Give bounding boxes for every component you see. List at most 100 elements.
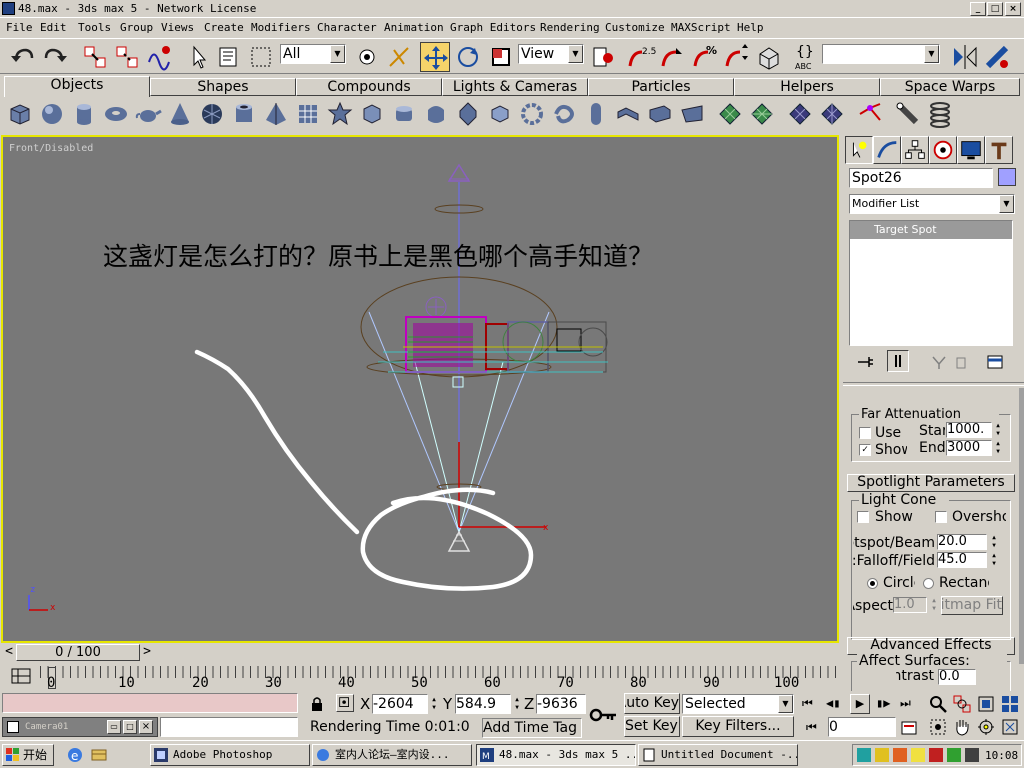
select-and-move-icon[interactable] bbox=[420, 42, 450, 72]
prev-frame-icon[interactable]: < bbox=[2, 644, 16, 661]
spinner-snap-icon[interactable] bbox=[722, 42, 752, 72]
lock-icon[interactable] bbox=[310, 696, 324, 712]
absolute-mode-icon[interactable] bbox=[336, 694, 354, 712]
tab-compounds[interactable]: Compounds bbox=[296, 78, 442, 96]
far-atten-end-spinner[interactable]: ▲ ▼ bbox=[993, 440, 1003, 456]
set-key-button[interactable]: Set Key bbox=[624, 716, 680, 737]
utilities-tab-icon[interactable] bbox=[985, 136, 1013, 164]
menu-customize[interactable]: Customize bbox=[605, 21, 665, 34]
box-icon[interactable] bbox=[6, 100, 34, 128]
tab-lights-cameras[interactable]: Lights & Cameras bbox=[442, 78, 588, 96]
tray-icon-5[interactable] bbox=[929, 748, 943, 762]
select-and-scale-icon[interactable] bbox=[486, 42, 516, 72]
show-cone-checkbox[interactable] bbox=[857, 511, 869, 523]
zoom-all-icon[interactable] bbox=[952, 694, 972, 714]
open-mini-curve-editor-icon[interactable] bbox=[10, 666, 32, 686]
prompt-line-field[interactable] bbox=[160, 717, 298, 737]
display-tab-icon[interactable] bbox=[957, 136, 985, 164]
tab-objects[interactable]: Objects bbox=[4, 76, 150, 97]
key-mode-toggle-icon[interactable]: ⏮ bbox=[806, 720, 824, 736]
spotlight-params-title[interactable]: Spotlight Parameters bbox=[849, 474, 1013, 490]
select-by-name-icon[interactable] bbox=[214, 42, 244, 72]
mini-maximize-icon[interactable]: □ bbox=[123, 720, 137, 734]
bone-icon[interactable] bbox=[894, 100, 922, 128]
tab-space-warps[interactable]: Space Warps bbox=[880, 78, 1020, 96]
cylinder-icon[interactable] bbox=[70, 100, 98, 128]
hotspot-spinner[interactable]: ▲ ▼ bbox=[989, 534, 999, 550]
create-tab-icon[interactable] bbox=[845, 136, 873, 164]
goto-start-icon[interactable]: ⏮ bbox=[802, 696, 820, 712]
oil-tank-icon[interactable] bbox=[422, 100, 450, 128]
zoom-extents-icon[interactable] bbox=[976, 694, 996, 714]
time-config-icon[interactable] bbox=[900, 719, 918, 737]
next-frame-icon[interactable]: > bbox=[140, 644, 154, 661]
taskbar-untitled[interactable]: Untitled Document -... bbox=[638, 744, 798, 766]
tray-icon-2[interactable] bbox=[875, 748, 889, 762]
tray-icon-3[interactable] bbox=[893, 748, 907, 762]
menu-maxscript[interactable]: MAXScript bbox=[671, 21, 731, 34]
play-icon[interactable]: ▶ bbox=[850, 694, 870, 714]
tab-shapes[interactable]: Shapes bbox=[150, 78, 296, 96]
pin-stack-icon[interactable] bbox=[855, 352, 875, 372]
taskbar-3dsmax[interactable]: M 48.max - 3ds max 5 ... bbox=[476, 744, 636, 766]
menu-modifiers[interactable]: Modifiers bbox=[251, 21, 311, 34]
grid-mesh-icon[interactable] bbox=[748, 100, 776, 128]
ringwave-icon[interactable] bbox=[550, 100, 578, 128]
menu-help[interactable]: Help bbox=[737, 21, 764, 34]
edit-named-selection-icon[interactable] bbox=[754, 42, 784, 72]
pan-icon[interactable] bbox=[952, 717, 972, 737]
reference-coord-dropdown[interactable]: View ▼ bbox=[518, 44, 584, 64]
menu-animation[interactable]: Animation bbox=[384, 21, 444, 34]
panel-scrollbar[interactable] bbox=[1019, 388, 1024, 664]
align-icon[interactable] bbox=[982, 42, 1012, 72]
x-coord-field[interactable]: -2604 bbox=[372, 694, 428, 714]
percent-snap-icon[interactable]: % bbox=[690, 42, 720, 72]
tab-particles[interactable]: Particles bbox=[588, 78, 734, 96]
remove-modifier-icon[interactable] bbox=[951, 352, 971, 372]
make-unique-icon[interactable] bbox=[929, 352, 949, 372]
tray-network-icon[interactable] bbox=[857, 748, 871, 762]
menu-graph-editors[interactable]: Graph Editors bbox=[450, 21, 536, 34]
tray-warning-icon[interactable] bbox=[911, 748, 925, 762]
motion-tab-icon[interactable] bbox=[929, 136, 957, 164]
plane-icon[interactable] bbox=[294, 100, 322, 128]
z-coord-field[interactable]: -9636 bbox=[536, 694, 586, 714]
hierarchy-tab-icon[interactable] bbox=[901, 136, 929, 164]
viewport-title-mini[interactable]: Camera01 ▭ □ × bbox=[2, 717, 158, 737]
maxscript-listener-field[interactable] bbox=[2, 693, 298, 713]
falloff-field[interactable]: 45.0 bbox=[937, 552, 987, 568]
prism-icon[interactable] bbox=[678, 100, 706, 128]
capsule-icon[interactable] bbox=[582, 100, 610, 128]
cone-icon[interactable] bbox=[166, 100, 194, 128]
far-atten-start-spinner[interactable]: ▲ ▼ bbox=[993, 422, 1003, 438]
menu-views[interactable]: Views bbox=[161, 21, 194, 34]
maximize-button[interactable]: □ bbox=[987, 2, 1003, 16]
far-atten-start-field[interactable]: 1000. bbox=[946, 422, 992, 438]
spring-icon[interactable] bbox=[926, 100, 954, 128]
falloff-spinner[interactable]: ▲ ▼ bbox=[989, 552, 999, 568]
y-coord-field[interactable]: 584.9 bbox=[455, 694, 511, 714]
spindle-icon[interactable] bbox=[454, 100, 482, 128]
sphere-icon[interactable] bbox=[38, 100, 66, 128]
select-and-rotate-icon[interactable] bbox=[453, 42, 483, 72]
torus-knot-icon[interactable] bbox=[518, 100, 546, 128]
selection-filter-dropdown[interactable]: All ▼ bbox=[280, 44, 346, 64]
tab-helpers[interactable]: Helpers bbox=[734, 78, 880, 96]
patch-grid-icon[interactable] bbox=[786, 100, 814, 128]
tray-icon-6[interactable] bbox=[947, 748, 961, 762]
connect-icon[interactable] bbox=[856, 100, 884, 128]
chamfer-box-icon[interactable] bbox=[358, 100, 386, 128]
hotspot-field[interactable]: 20.0 bbox=[937, 534, 987, 550]
minimize-button[interactable]: _ bbox=[970, 2, 986, 16]
quick-launch-icon[interactable] bbox=[90, 746, 108, 764]
undo-icon[interactable] bbox=[8, 42, 38, 72]
stack-item[interactable]: Target Spot bbox=[850, 221, 1012, 239]
ie-icon[interactable]: e bbox=[66, 746, 84, 764]
prev-key-icon[interactable]: ◀▮ bbox=[826, 696, 844, 712]
start-button[interactable]: 开始 bbox=[2, 744, 54, 766]
auto-key-button[interactable]: Auto Key bbox=[624, 693, 680, 714]
close-button[interactable]: × bbox=[1005, 2, 1021, 16]
redo-icon[interactable] bbox=[40, 42, 70, 72]
viewport-front[interactable]: Front/Disabled x z x 这盏灯是怎么打的？原书上是黑色哪个高手… bbox=[1, 135, 839, 643]
key-filter-selection-dropdown[interactable]: Selected ▼ bbox=[682, 694, 794, 714]
